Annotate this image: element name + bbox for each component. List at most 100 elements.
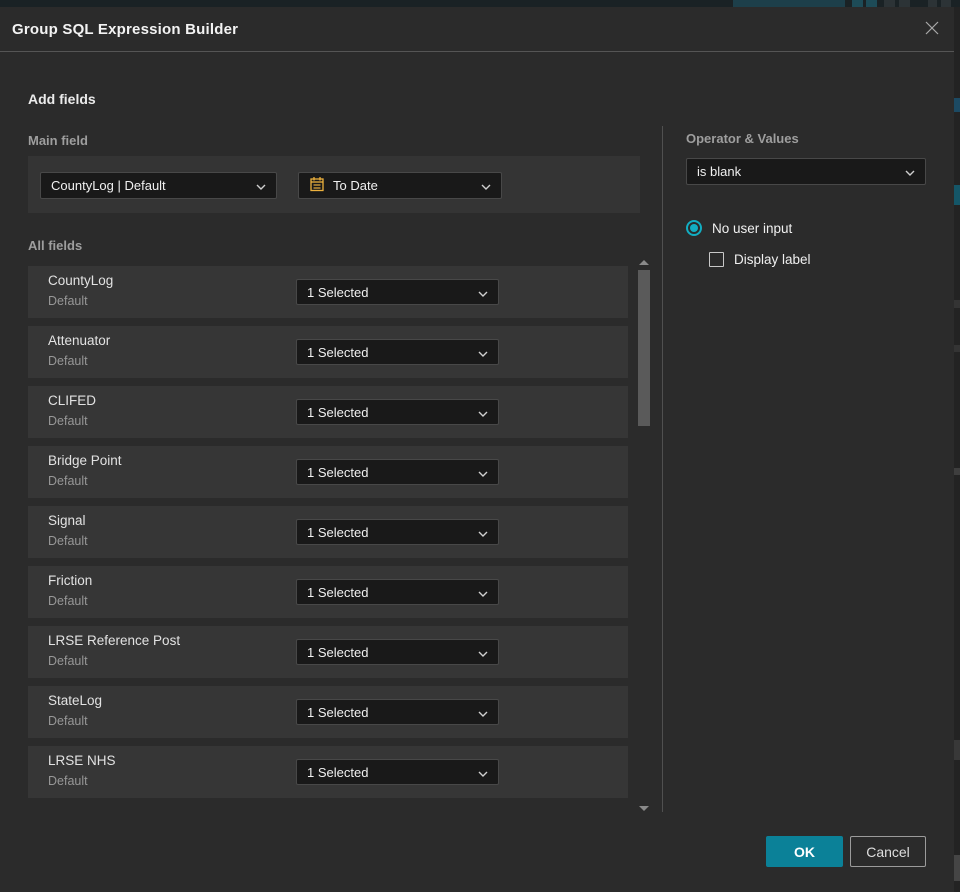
live-view-label: Live view [739,0,788,2]
field-row-friction: Friction Default 1 Selected [28,566,628,618]
operator-select-value: is blank [697,164,742,179]
chevron-down-icon [905,164,915,179]
background-edge-highlight [954,98,960,112]
field-subtype: Default [48,594,88,608]
field-selection-value: 1 Selected [307,464,369,480]
all-fields-list: CountyLog Default 1 Selected Attenuator … [28,266,628,798]
main-field-select[interactable]: CountyLog | Default [40,172,277,199]
background-toolbar-button [866,0,877,7]
chevron-down-icon [478,645,488,660]
chevron-down-icon [478,525,488,540]
display-label-checkbox[interactable]: Display label [709,252,811,267]
field-selection-dropdown[interactable]: 1 Selected [296,759,499,785]
field-selection-dropdown[interactable]: 1 Selected [296,699,499,725]
field-subtype: Default [48,474,88,488]
live-view-button[interactable]: Live view [733,0,845,7]
scroll-down-arrow-icon[interactable] [639,806,649,811]
radio-selected-icon [686,220,702,236]
field-selection-value: 1 Selected [307,584,369,600]
background-app-edge [954,7,960,892]
chevron-down-icon [478,705,488,720]
field-name: StateLog [48,693,103,708]
field-name: CountyLog [48,273,114,288]
main-field-panel: CountyLog | Default To Date [28,156,640,213]
field-selection-value: 1 Selected [307,764,369,780]
field-name: CLIFED [48,393,97,408]
chevron-down-icon [478,405,488,420]
close-button[interactable] [922,20,942,40]
field-row-clifed: CLIFED Default 1 Selected [28,386,628,438]
field-row-attenuator: Attenuator Default 1 Selected [28,326,628,378]
field-subtype: Default [48,714,88,728]
scroll-up-arrow-icon[interactable] [639,260,649,265]
close-icon [924,20,940,41]
chevron-down-icon [478,585,488,600]
field-selection-dropdown[interactable]: 1 Selected [296,639,499,665]
field-subtype: Default [48,294,88,308]
field-subtype: Default [48,534,88,548]
background-edge-mark [954,468,960,475]
field-name: Attenuator [48,333,111,348]
fields-list-scrollbar[interactable] [638,258,650,818]
field-row-lrse-reference-post: LRSE Reference Post Default 1 Selected [28,626,628,678]
main-field-type-value: To Date [333,178,378,193]
background-toolbar-button [899,0,910,7]
field-name: Signal [48,513,86,528]
ok-button[interactable]: OK [766,836,843,867]
field-row-signal: Signal Default 1 Selected [28,506,628,558]
chevron-down-icon [256,178,266,193]
field-selection-dropdown[interactable]: 1 Selected [296,459,499,485]
background-toolbar-button [941,0,951,7]
background-app-topbar: Live view [0,0,960,7]
panel-divider [662,126,663,812]
field-selection-value: 1 Selected [307,344,369,360]
cancel-button[interactable]: Cancel [850,836,926,867]
field-subtype: Default [48,654,88,668]
background-edge-mark [954,855,960,881]
field-row-lrse-nhs: LRSE NHS Default 1 Selected [28,746,628,798]
ok-button-label: OK [794,843,815,860]
main-field-type-select[interactable]: To Date [298,172,502,199]
dialog-title: Group SQL Expression Builder [12,21,239,38]
background-edge-mark [954,345,960,352]
field-selection-dropdown[interactable]: 1 Selected [296,579,499,605]
field-selection-dropdown[interactable]: 1 Selected [296,519,499,545]
field-selection-dropdown[interactable]: 1 Selected [296,399,499,425]
main-field-select-value: CountyLog | Default [51,178,166,193]
main-field-label: Main field [28,133,88,148]
chevron-down-icon [478,465,488,480]
field-row-bridge-point: Bridge Point Default 1 Selected [28,446,628,498]
chevron-down-icon [478,285,488,300]
all-fields-label: All fields [28,238,83,253]
chevron-down-icon [478,765,488,780]
background-edge-highlight [954,185,960,205]
background-toolbar-button [852,0,863,7]
add-fields-heading: Add fields [28,91,96,107]
field-selection-value: 1 Selected [307,644,369,660]
background-toolbar-button [884,0,895,7]
field-selection-dropdown[interactable]: 1 Selected [296,279,499,305]
checkbox-unchecked-icon [709,252,724,267]
field-selection-value: 1 Selected [307,284,369,300]
dialog-header: Group SQL Expression Builder [0,7,954,52]
background-edge-mark [954,740,960,760]
no-user-input-radio[interactable]: No user input [686,220,792,236]
cancel-button-label: Cancel [866,843,910,860]
field-selection-value: 1 Selected [307,404,369,420]
operator-values-heading: Operator & Values [686,131,799,146]
display-label-label: Display label [734,252,811,267]
field-selection-dropdown[interactable]: 1 Selected [296,339,499,365]
field-name: LRSE NHS [48,753,116,768]
field-selection-value: 1 Selected [307,704,369,720]
scrollbar-thumb[interactable] [638,270,650,426]
chevron-down-icon [478,345,488,360]
field-selection-value: 1 Selected [307,524,369,540]
field-row-statelog: StateLog Default 1 Selected [28,686,628,738]
background-toolbar-button [928,0,937,7]
no-user-input-label: No user input [712,220,793,236]
operator-select[interactable]: is blank [686,158,926,185]
field-name: Bridge Point [48,453,122,468]
field-subtype: Default [48,414,88,428]
field-row-countylog: CountyLog Default 1 Selected [28,266,628,318]
field-name: LRSE Reference Post [48,633,181,648]
